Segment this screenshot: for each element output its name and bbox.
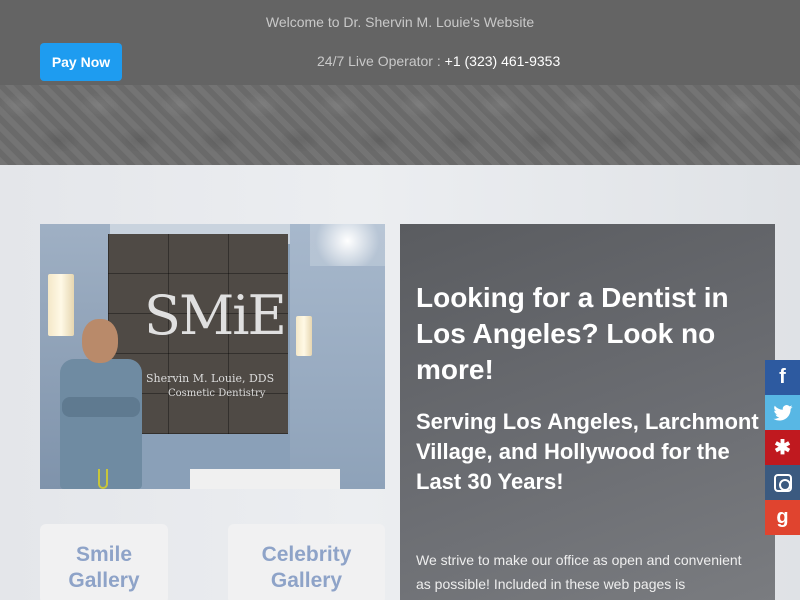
office-logo-name: Shervin M. Louie, DDS <box>146 372 275 385</box>
panel-subheading: Serving Los Angeles, Larchmont Village, … <box>416 409 759 494</box>
celebrity-gallery-card[interactable]: Celebrity Gallery <box>228 524 385 600</box>
dentist-arms <box>62 397 140 417</box>
operator-phone-link[interactable]: +1 (323) 461-9353 <box>445 53 561 69</box>
smile-gallery-line1: Smile <box>75 543 133 566</box>
photo-sconce-right <box>296 316 312 356</box>
dentist-drawstring <box>98 469 108 489</box>
pattern-band <box>0 85 800 165</box>
celebrity-gallery-line1: Celebrity <box>261 543 352 566</box>
intro-panel: Looking for a Dentist in Los Angeles? Lo… <box>400 224 775 600</box>
office-logo-sub: Cosmetic Dentistry <box>168 388 266 399</box>
panel-heading: Looking for a Dentist in Los Angeles? Lo… <box>416 282 729 385</box>
dentist-figure <box>54 319 144 489</box>
office-photo: SMiE Shervin M. Louie, DDS Cosmetic Dent… <box>40 224 385 489</box>
facebook-icon[interactable]: f <box>765 360 800 395</box>
yelp-icon[interactable]: ✱ <box>765 430 800 465</box>
social-sidebar: f ✱ g <box>765 360 800 535</box>
instagram-icon[interactable] <box>765 465 800 500</box>
twitter-icon[interactable] <box>765 395 800 430</box>
twitter-bird-glyph <box>772 404 793 421</box>
welcome-text: Welcome to Dr. Shervin M. Louie's Websit… <box>265 14 535 30</box>
smile-gallery-line2: Gallery <box>68 569 140 592</box>
instagram-camera-glyph <box>773 473 792 492</box>
celebrity-gallery-line2: Gallery <box>270 569 343 592</box>
pay-now-button[interactable]: Pay Now <box>40 43 122 81</box>
live-operator: 24/7 Live Operator : +1 (323) 461-9353 <box>317 53 560 69</box>
dentist-head <box>82 319 118 363</box>
google-plus-icon[interactable]: g <box>765 500 800 535</box>
smile-gallery-card[interactable]: Smile Gallery <box>40 524 168 600</box>
photo-chandelier <box>310 224 385 266</box>
operator-label: 24/7 Live Operator : <box>317 53 445 69</box>
photo-counter <box>190 469 340 489</box>
top-bar: Welcome to Dr. Shervin M. Louie's Websit… <box>0 0 800 85</box>
panel-body: We strive to make our office as open and… <box>416 552 742 592</box>
office-logo-mark: SMiE <box>144 284 287 347</box>
